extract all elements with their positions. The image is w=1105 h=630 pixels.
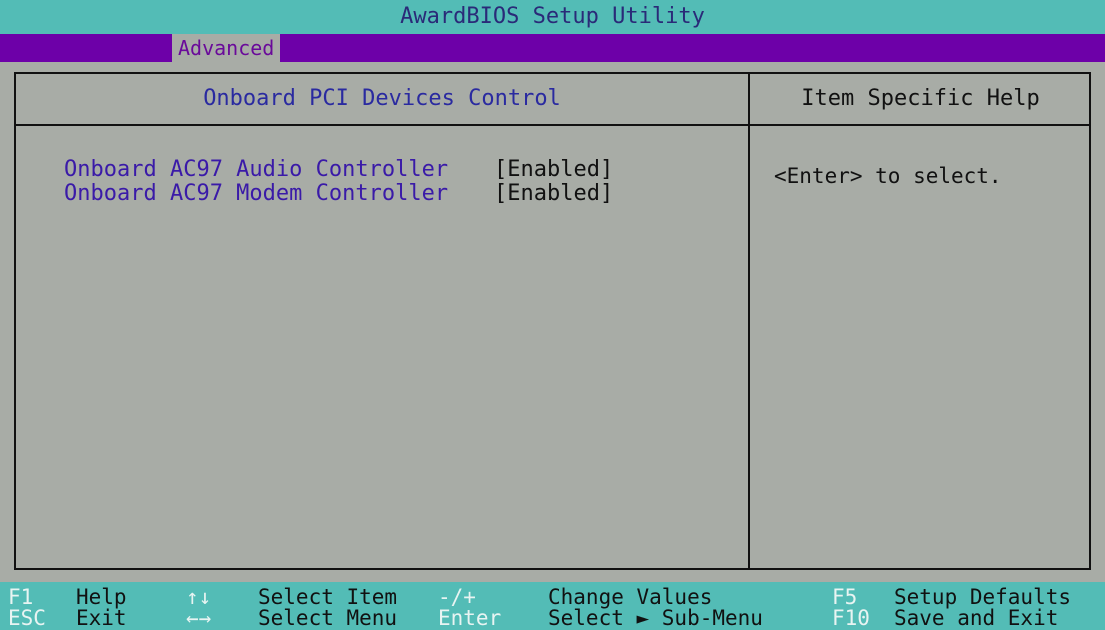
key-enter-desc: Select ► Sub-Menu	[548, 606, 763, 630]
key-esc-desc: Exit	[76, 606, 127, 630]
key-minusplus-desc: Change Values	[548, 585, 713, 609]
key-enter: Enter	[438, 606, 502, 630]
key-esc: ESC	[8, 606, 46, 630]
key-f5: F5	[832, 585, 858, 609]
key-f10: F10	[832, 606, 870, 630]
setting-value[interactable]: [Enabled]	[494, 158, 613, 182]
key-leftright: ←→	[186, 606, 212, 630]
key-f1: F1	[8, 585, 34, 609]
key-f5-desc: Setup Defaults	[894, 585, 1072, 609]
main-panel: Onboard PCI Devices Control Item Specifi…	[14, 72, 1091, 570]
key-updown-desc: Select Item	[258, 585, 398, 609]
setting-label: Onboard AC97 Audio Controller	[64, 157, 449, 182]
menu-bar: Advanced	[0, 34, 1105, 62]
section-title: Onboard PCI Devices Control	[203, 86, 561, 111]
panel-divider-horizontal	[16, 124, 1089, 126]
key-minusplus: -/+	[438, 585, 476, 609]
setting-modem-controller[interactable]: Onboard AC97 Modem Controller [Enabled]	[64, 182, 613, 206]
help-panel-title: Item Specific Help	[801, 86, 1040, 111]
setting-label: Onboard AC97 Modem Controller	[64, 181, 449, 206]
settings-list: Onboard AC97 Audio Controller [Enabled] …	[64, 158, 613, 206]
window-title: AwardBIOS Setup Utility	[0, 0, 1105, 34]
tab-advanced[interactable]: Advanced	[172, 34, 281, 62]
key-leftright-desc: Select Menu	[258, 606, 398, 630]
setting-audio-controller[interactable]: Onboard AC97 Audio Controller [Enabled]	[64, 158, 613, 182]
panel-divider-vertical	[748, 74, 750, 568]
key-legend-footer: F1 Help ↑↓ Select Item -/+ Change Values…	[0, 582, 1105, 630]
key-f10-desc: Save and Exit	[894, 606, 1059, 630]
setting-value[interactable]: [Enabled]	[494, 182, 613, 206]
help-text: <Enter> to select.	[774, 164, 1002, 188]
key-updown: ↑↓	[186, 585, 212, 609]
key-f1-desc: Help	[76, 585, 127, 609]
